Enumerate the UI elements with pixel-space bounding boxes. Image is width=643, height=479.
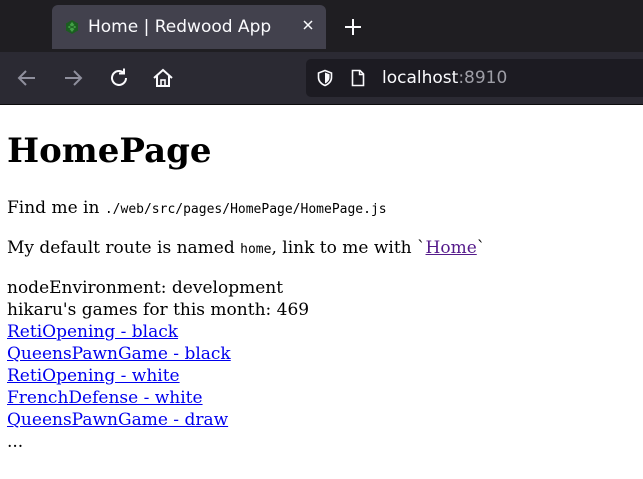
route-name-code: home bbox=[240, 242, 272, 257]
url-host: localhost bbox=[382, 68, 459, 88]
game-link[interactable]: FrenchDefense - white bbox=[7, 388, 203, 408]
tab-strip: Home | Redwood App bbox=[0, 0, 643, 52]
page-icon[interactable] bbox=[350, 69, 366, 87]
file-path-code: ./web/src/pages/HomePage/HomePage.js bbox=[104, 202, 387, 217]
forward-arrow-icon[interactable] bbox=[60, 65, 86, 91]
back-arrow-icon[interactable] bbox=[14, 65, 40, 91]
find-me-prefix: Find me in bbox=[7, 198, 105, 218]
shield-icon[interactable] bbox=[316, 69, 334, 87]
games-count-text: hikaru's games for this month: 469 bbox=[7, 300, 310, 320]
address-bar[interactable]: localhost:8910 bbox=[306, 59, 643, 97]
home-link[interactable]: Home bbox=[426, 238, 477, 258]
route-paragraph: My default route is named home, link to … bbox=[7, 237, 635, 261]
redwood-favicon-icon bbox=[65, 20, 79, 34]
page-content: HomePage Find me in ./web/src/pages/Home… bbox=[7, 105, 635, 453]
game-link[interactable]: RetiOpening - black bbox=[7, 322, 178, 342]
game-link[interactable]: RetiOpening - white bbox=[7, 366, 180, 386]
navigation-toolbar: localhost:8910 bbox=[0, 52, 643, 105]
close-tab-icon[interactable] bbox=[300, 17, 316, 33]
game-link[interactable]: QueensPawnGame - draw bbox=[7, 410, 228, 430]
new-tab-plus-icon[interactable] bbox=[342, 16, 364, 38]
active-tab[interactable]: Home | Redwood App bbox=[52, 5, 326, 49]
route-middle: , link to me with ` bbox=[271, 238, 426, 258]
tab-title: Home | Redwood App bbox=[88, 17, 272, 37]
game-link[interactable]: QueensPawnGame - black bbox=[7, 344, 231, 364]
route-prefix: My default route is named bbox=[7, 238, 241, 258]
home-icon[interactable] bbox=[150, 65, 176, 91]
url-text[interactable]: localhost:8910 bbox=[382, 67, 507, 89]
route-suffix: ` bbox=[476, 238, 486, 258]
find-me-paragraph: Find me in ./web/src/pages/HomePage/Home… bbox=[7, 197, 635, 221]
games-block: nodeEnvironment: development hikaru's ga… bbox=[7, 277, 635, 453]
reload-icon[interactable] bbox=[106, 65, 132, 91]
node-environment-text: nodeEnvironment: development bbox=[7, 278, 284, 298]
ellipsis-text: ... bbox=[7, 432, 24, 452]
page-heading: HomePage bbox=[7, 131, 212, 171]
url-port: :8910 bbox=[458, 68, 508, 88]
